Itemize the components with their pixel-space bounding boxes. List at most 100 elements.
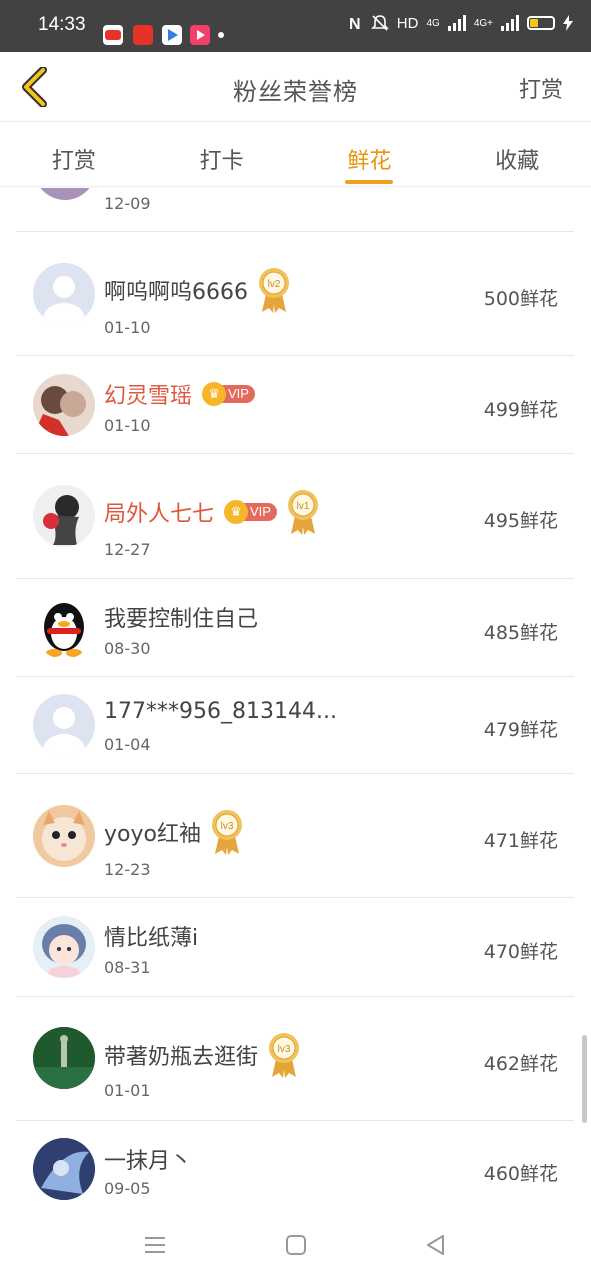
list-item-name: 幻灵雪瑶 ♛ VIP bbox=[104, 378, 255, 410]
svg-text:lv2: lv2 bbox=[268, 279, 281, 290]
penguin-icon bbox=[44, 603, 84, 657]
flower-count: 471鲜花 bbox=[483, 830, 558, 852]
username: 局外人七七 bbox=[104, 502, 215, 527]
crown-icon: ♛ bbox=[202, 382, 227, 406]
svg-text:lv3: lv3 bbox=[278, 1044, 291, 1055]
list-item-date: 01-10 bbox=[104, 416, 151, 435]
svg-text:N: N bbox=[349, 16, 361, 32]
level-medal-icon: lv2 bbox=[259, 268, 289, 313]
status-time: 14:33 bbox=[38, 14, 86, 35]
avatar bbox=[33, 485, 95, 547]
tab-label: 打赏 bbox=[51, 149, 96, 174]
avatar bbox=[33, 916, 95, 978]
username: 一抹月丶 bbox=[104, 1149, 193, 1174]
list-item-date: 09-05 bbox=[104, 1179, 151, 1198]
username: 177***956_813144... bbox=[104, 699, 337, 724]
list-item-name: yoyo红袖 lv3 bbox=[104, 808, 245, 856]
list-item-date: 01-01 bbox=[104, 1081, 151, 1100]
avatar bbox=[33, 1027, 95, 1089]
flower-count: 499鲜花 bbox=[483, 399, 558, 421]
flower-count: 462鲜花 bbox=[483, 1053, 558, 1075]
list-item[interactable]: 幻灵雪瑶 ♛ VIP 01-10 499鲜花 bbox=[16, 356, 574, 454]
tab-flowers[interactable]: 鲜花 bbox=[296, 123, 444, 186]
list-item-date: 12-27 bbox=[104, 540, 151, 559]
page-title: 粉丝荣誉榜 bbox=[233, 78, 358, 106]
tab-label: 打卡 bbox=[199, 149, 244, 174]
system-nav-bar bbox=[0, 1210, 591, 1280]
list-item-name: 局外人七七 ♛ VIP lv1 bbox=[104, 488, 321, 536]
tab-bar: 打赏 打卡 鲜花 收藏 bbox=[0, 123, 591, 187]
list-item[interactable]: 情比纸薄i 08-31 470鲜花 bbox=[16, 898, 574, 997]
signal-label-2: 4G+ bbox=[473, 17, 493, 29]
list-item[interactable]: 我要控制住自己 08-30 485鲜花 bbox=[16, 579, 574, 677]
list-item-name: 一抹月丶 bbox=[104, 1143, 192, 1175]
status-indicators: N HD 4G 4G+ bbox=[347, 14, 573, 32]
tip-button[interactable]: 打赏 bbox=[519, 72, 563, 104]
signal-icon bbox=[501, 15, 519, 31]
battery-icon bbox=[527, 16, 555, 30]
crown-icon: ♛ bbox=[224, 500, 249, 524]
bell-mute-icon bbox=[370, 15, 389, 31]
list-item-name: 情比纸薄i bbox=[104, 920, 198, 952]
tab-label: 收藏 bbox=[495, 149, 540, 174]
tab-favorites[interactable]: 收藏 bbox=[443, 123, 591, 186]
avatar bbox=[33, 597, 95, 659]
signal-label-1: 4G bbox=[426, 17, 440, 29]
level-medal-icon: lv1 bbox=[287, 490, 318, 535]
charging-icon bbox=[563, 15, 573, 31]
list-item[interactable]: 177***956_813144... 01-04 479鲜花 bbox=[16, 677, 574, 774]
network-type: HD bbox=[396, 14, 419, 32]
tab-tip[interactable]: 打赏 bbox=[0, 123, 148, 186]
avatar bbox=[33, 374, 95, 436]
list-item-date: 08-31 bbox=[104, 958, 151, 977]
username: 带著奶瓶去逛街 bbox=[104, 1045, 259, 1070]
username: 幻灵雪瑶 bbox=[104, 384, 193, 409]
nfc-icon: N bbox=[349, 16, 361, 32]
fan-ranking-list[interactable]: 12-09 啊呜啊呜6666 lv2 01-10 500鲜花 幻灵雪瑶 ♛ VIP… bbox=[0, 188, 591, 1210]
video-app-icon bbox=[190, 25, 210, 45]
username: 情比纸薄i bbox=[104, 926, 199, 951]
avatar bbox=[33, 1138, 95, 1200]
flower-count: 470鲜花 bbox=[483, 941, 558, 963]
list-item[interactable]: 一抹月丶 09-05 460鲜花 bbox=[16, 1121, 574, 1210]
username: yoyo红袖 bbox=[104, 822, 201, 847]
list-item-date: 01-04 bbox=[104, 735, 151, 754]
app-notification-icon bbox=[162, 25, 182, 45]
list-item[interactable]: yoyo红袖 lv3 12-23 471鲜花 bbox=[16, 774, 574, 898]
svg-text:lv1: lv1 bbox=[297, 501, 310, 512]
username: 啊呜啊呜6666 bbox=[104, 280, 248, 305]
app-notification-icon bbox=[133, 25, 153, 45]
list-item[interactable]: 局外人七七 ♛ VIP lv1 12-27 495鲜花 bbox=[16, 454, 574, 579]
notification-dot bbox=[218, 32, 224, 38]
flower-count: 495鲜花 bbox=[483, 510, 558, 532]
svg-text:lv3: lv3 bbox=[221, 821, 234, 832]
list-item-date: 12-23 bbox=[104, 860, 151, 879]
list-item-name: 啊呜啊呜6666 lv2 bbox=[104, 266, 292, 314]
tab-checkin[interactable]: 打卡 bbox=[148, 123, 296, 186]
list-item-date: 12-09 bbox=[104, 194, 151, 213]
menu-icon[interactable] bbox=[142, 1232, 168, 1258]
list-item[interactable]: 啊呜啊呜6666 lv2 01-10 500鲜花 bbox=[16, 232, 574, 356]
level-medal-icon: lv3 bbox=[211, 810, 242, 855]
flower-count: 485鲜花 bbox=[483, 622, 558, 644]
avatar bbox=[33, 694, 95, 756]
scrollbar[interactable] bbox=[582, 1035, 587, 1123]
avatar bbox=[33, 805, 95, 867]
list-item-date: 01-10 bbox=[104, 318, 151, 337]
tab-label: 鲜花 bbox=[347, 149, 392, 174]
signal-icon bbox=[447, 15, 466, 31]
status-bar: 14:33 N HD 4G 4G+ bbox=[0, 0, 591, 52]
list-item[interactable]: 12-09 bbox=[16, 188, 574, 232]
list-item-date: 08-30 bbox=[104, 639, 151, 658]
level-medal-icon: lv3 bbox=[269, 1033, 300, 1078]
list-item-name: 带著奶瓶去逛街 lv3 bbox=[104, 1031, 302, 1079]
home-icon[interactable] bbox=[283, 1232, 309, 1258]
list-item[interactable]: 带著奶瓶去逛街 lv3 01-01 462鲜花 bbox=[16, 997, 574, 1121]
vip-badge: ♛ VIP bbox=[224, 500, 277, 524]
tab-active-indicator bbox=[345, 180, 394, 184]
app-header: 粉丝荣誉榜 打赏 bbox=[0, 52, 591, 122]
back-triangle-icon[interactable] bbox=[423, 1232, 449, 1258]
avatar bbox=[33, 263, 95, 325]
flower-count: 479鲜花 bbox=[483, 719, 558, 741]
vip-badge: ♛ VIP bbox=[202, 382, 255, 406]
